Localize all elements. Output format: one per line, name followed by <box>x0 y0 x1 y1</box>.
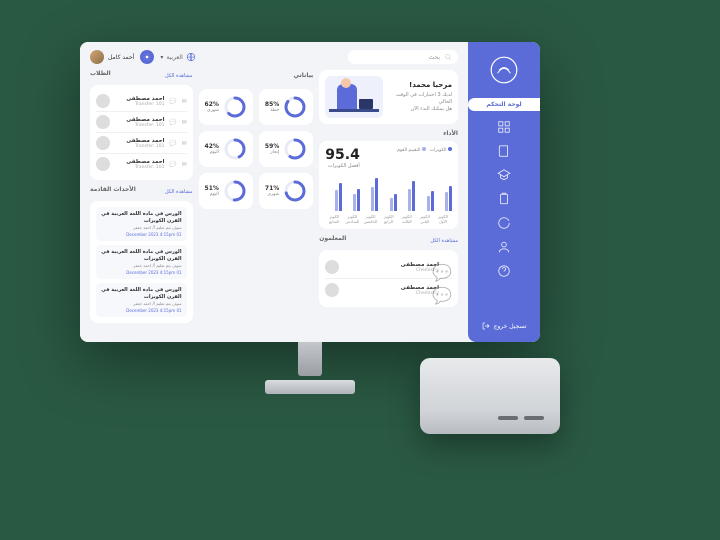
teachers-section: مشاهدة الكل المعلمون 💬احمد مصطفىChemistr… <box>319 235 458 307</box>
stat-donut: 51%اليوم <box>199 173 253 209</box>
kpi-label: أفضل الكويزات <box>325 163 360 169</box>
column-right: مرحبا محمد! لديك 3 اختبارات في الوقت الح… <box>319 70 458 334</box>
chat-icon[interactable]: 💬 <box>170 140 177 147</box>
stat-donut: 42%اليوم <box>199 131 253 167</box>
events-section: مشاهدة الكل الأحداث القادمة الورس في ماد… <box>90 186 193 323</box>
chat-icon[interactable]: 💬 <box>170 161 177 168</box>
monitor-frame: لوحة التحكم تسجيل خروج بحث العربية ▾ <box>80 42 540 342</box>
student-avatar <box>96 157 110 171</box>
stat-donut: 71%شهري <box>259 173 313 209</box>
stat-donut: 62%شهري <box>199 89 253 125</box>
welcome-illustration <box>325 76 383 118</box>
stats-grid: 85%خطة62%شهري59%إنجاز42%اليوم71%شهري51%ا… <box>199 89 314 209</box>
teacher-row[interactable]: 💬احمد مصطفىChemistry <box>325 279 452 301</box>
teachers-link[interactable]: مشاهدة الكل <box>430 238 458 244</box>
mail-icon[interactable]: ✉ <box>180 98 187 105</box>
students-title: الطلاب <box>90 70 111 77</box>
event-item[interactable]: الورس في مادة اللغة العربية في القرن الك… <box>96 207 187 241</box>
globe-icon <box>186 52 196 62</box>
clipboard-icon[interactable] <box>496 191 512 207</box>
chat-icon[interactable]: 💬 <box>170 119 177 126</box>
search-input[interactable]: بحث <box>348 50 458 64</box>
sun-icon <box>143 53 151 61</box>
chart-legend: الكويزات التقييم القوم <box>397 147 452 153</box>
teacher-avatar <box>325 260 339 274</box>
user-menu[interactable]: أحمد كامل <box>90 50 134 64</box>
user-name: أحمد كامل <box>108 54 134 61</box>
chat-icon[interactable]: 💬 <box>170 98 177 105</box>
user-icon[interactable] <box>496 239 512 255</box>
monitor-stand <box>265 342 355 394</box>
content-grid: مرحبا محمد! لديك 3 اختبارات في الوقت الح… <box>90 70 458 334</box>
grid-icon[interactable] <box>496 119 512 135</box>
event-item[interactable]: الورس في مادة اللغة العربية في القرن الك… <box>96 245 187 279</box>
teacher-row[interactable]: 💬احمد مصطفىChemistry <box>325 256 452 279</box>
mail-icon[interactable]: ✉ <box>180 140 187 147</box>
book-icon[interactable] <box>496 143 512 159</box>
events-link[interactable]: مشاهدة الكل <box>165 189 193 195</box>
column-middle: بياناتي 85%خطة62%شهري59%إنجاز42%اليوم71%… <box>199 70 314 334</box>
sidebar: لوحة التحكم تسجيل خروج <box>468 42 540 342</box>
students-section: مشاهدة الكل الطلاب ✉💬احمد مصطفىTransfer:… <box>90 70 193 180</box>
mac-studio-device <box>420 358 560 434</box>
app-screen: لوحة التحكم تسجيل خروج بحث العربية ▾ <box>80 42 540 342</box>
logout-button[interactable]: تسجيل خروج <box>468 322 540 330</box>
student-row[interactable]: ✉💬احمد مصطفىTransfer: 101 <box>96 91 187 112</box>
student-row[interactable]: ✉💬احمد مصطفىTransfer: 101 <box>96 133 187 154</box>
topbar: بحث العربية ▾ أحمد كامل <box>90 50 458 64</box>
chat-icon[interactable]: 💬 <box>444 286 452 294</box>
refresh-icon[interactable] <box>496 215 512 231</box>
logout-label: تسجيل خروج <box>494 323 527 330</box>
logout-icon <box>482 322 490 330</box>
welcome-card: مرحبا محمد! لديك 3 اختبارات في الوقت الح… <box>319 70 458 124</box>
sidebar-nav <box>468 119 540 279</box>
teachers-title: المعلمون <box>319 235 346 242</box>
student-row[interactable]: ✉💬احمد مصطفىTransfer: 101 <box>96 112 187 133</box>
avatar <box>90 50 104 64</box>
event-item[interactable]: الورس في مادة اللغة العربية في القرن الك… <box>96 283 187 317</box>
student-avatar <box>96 115 110 129</box>
student-row[interactable]: ✉💬احمد مصطفىTransfer: 101 <box>96 154 187 174</box>
graduation-icon[interactable] <box>496 167 512 183</box>
column-left: مشاهدة الكل الطلاب ✉💬احمد مصطفىTransfer:… <box>90 70 193 334</box>
mail-icon[interactable]: ✉ <box>180 119 187 126</box>
chevron-down-icon: ▾ <box>160 54 163 61</box>
language-selector[interactable]: العربية ▾ <box>160 52 195 62</box>
language-label: العربية <box>166 54 182 61</box>
search-icon <box>444 53 452 61</box>
stats-title: بياناتي <box>199 72 314 79</box>
main-content: بحث العربية ▾ أحمد كامل مرحبا محمد! لديك… <box>80 42 468 342</box>
kpi-value: 95.4 <box>325 147 360 163</box>
welcome-line2: هل يمكنك البدء الآن <box>389 106 452 113</box>
welcome-title: مرحبا محمد! <box>389 81 452 89</box>
sidebar-active-item[interactable]: لوحة التحكم <box>468 98 540 111</box>
performance-title: الأداء <box>319 130 458 137</box>
student-avatar <box>96 94 110 108</box>
chat-icon[interactable]: 💬 <box>444 263 452 271</box>
mail-icon[interactable]: ✉ <box>180 161 187 168</box>
question-icon[interactable] <box>496 263 512 279</box>
student-avatar <box>96 136 110 150</box>
bar-chart: الكويز الأولالكويز الثانيالكويز الثالثال… <box>325 175 452 223</box>
performance-section: الأداء الكويزات التقييم القوم 95.4 أفضل … <box>319 130 458 229</box>
theme-toggle[interactable] <box>140 50 154 64</box>
search-placeholder: بحث <box>429 54 440 61</box>
stat-donut: 59%إنجاز <box>259 131 313 167</box>
stat-donut: 85%خطة <box>259 89 313 125</box>
students-link[interactable]: مشاهدة الكل <box>165 73 193 79</box>
logo <box>486 52 522 88</box>
events-title: الأحداث القادمة <box>90 186 136 193</box>
teacher-avatar <box>325 283 339 297</box>
welcome-line1: لديك 3 اختبارات في الوقت الحالي <box>389 92 452 106</box>
